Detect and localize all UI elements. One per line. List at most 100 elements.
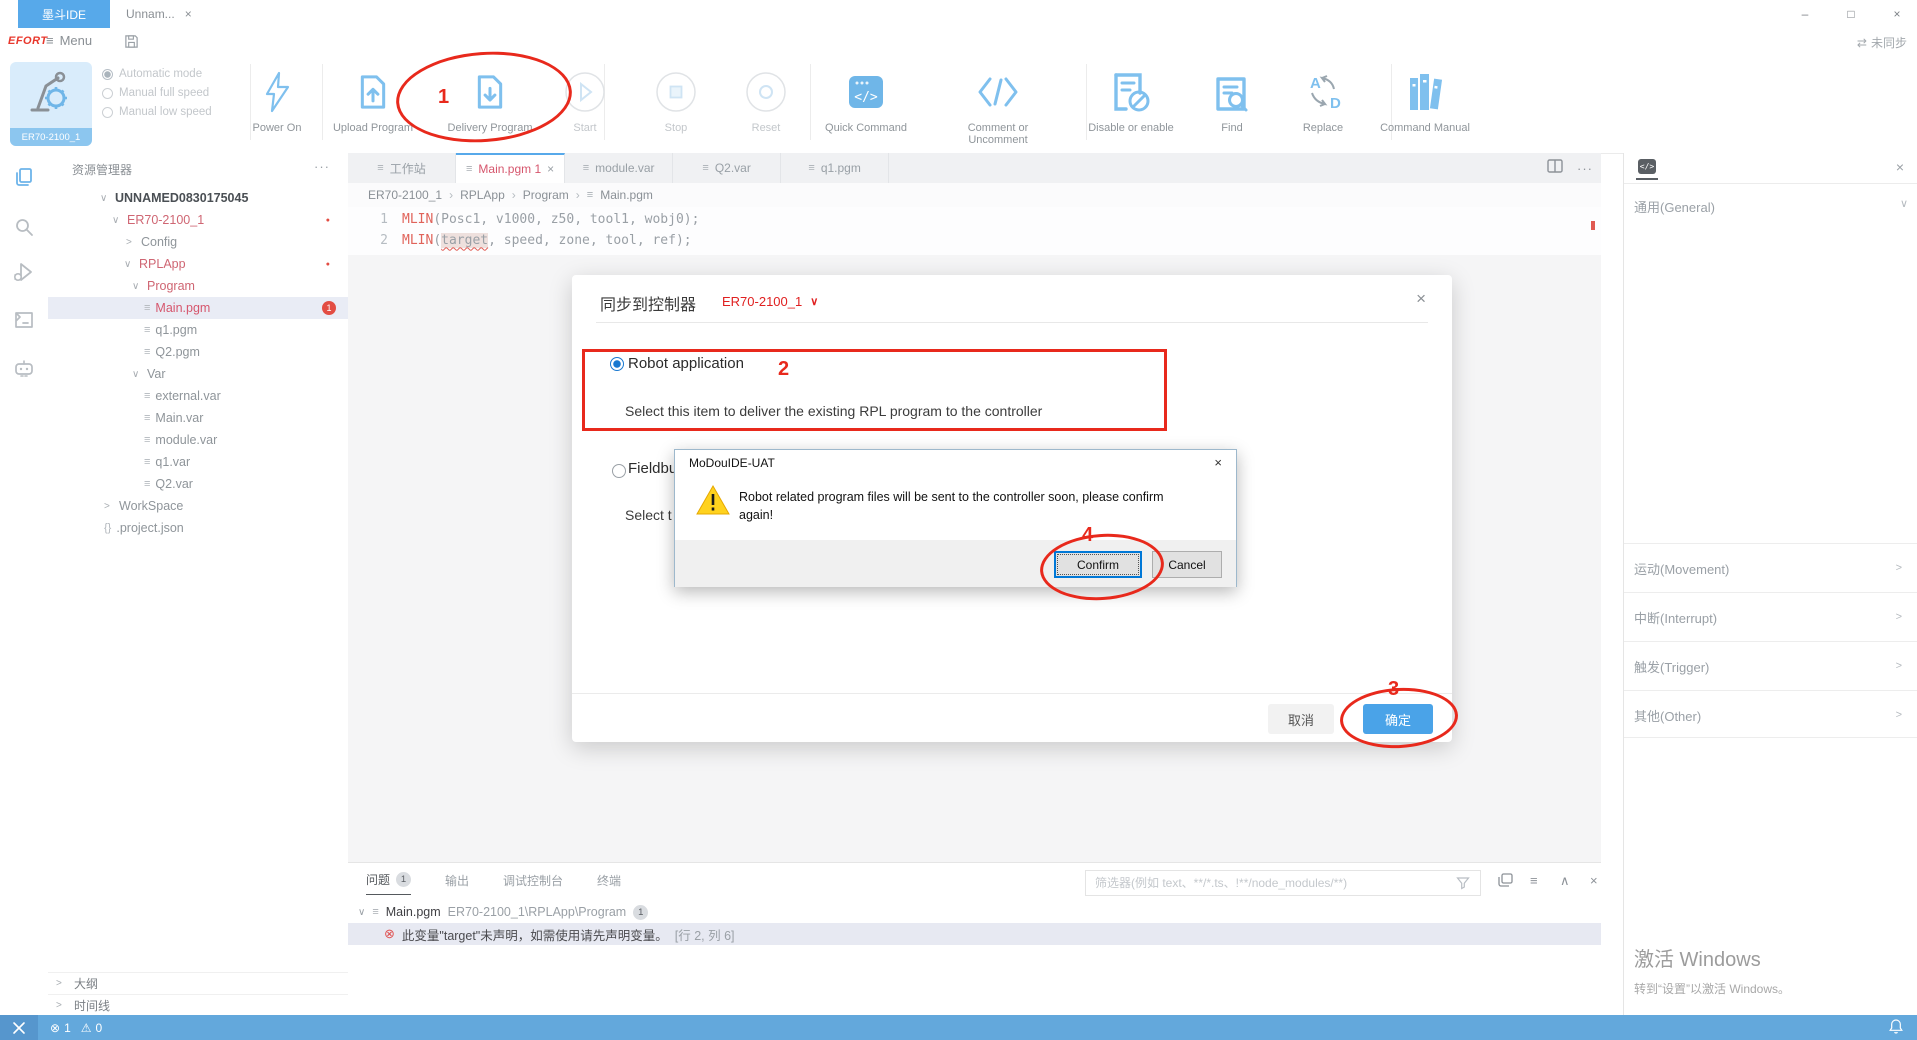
tree-item[interactable]: ≡ Main.var <box>48 407 348 429</box>
warning-icon <box>695 484 731 516</box>
command-section[interactable]: 其他(Other) > <box>1624 690 1917 739</box>
command-section[interactable]: 中断(Interrupt) > <box>1624 592 1917 641</box>
collapsed-sections: 运动(Movement) > 中断(Interrupt) > 触发(Trigge… <box>1624 543 1917 739</box>
debug-icon[interactable] <box>12 260 36 284</box>
command-manual-button[interactable]: Command Manual <box>1365 62 1485 148</box>
file-tree: ∨ UNNAMED0830175045 ∨ ER70-2100_1 ● > Co… <box>48 187 348 539</box>
command-section[interactable]: 触发(Trigger) > <box>1624 641 1917 690</box>
editor-tab[interactable]: ≡ Main.pgm 1 × <box>456 153 565 183</box>
mode-radio[interactable]: Manual low speed <box>102 106 212 118</box>
mode-radio-group: Automatic mode Manual full speed Manual lo… <box>102 68 212 118</box>
view-as-list-icon[interactable]: ≡ <box>1530 873 1538 888</box>
search-icon[interactable] <box>12 215 36 239</box>
tree-item[interactable]: ≡ module.var <box>48 429 348 451</box>
tree-item[interactable]: ≡ external.var <box>48 385 348 407</box>
panel-tab[interactable]: 问题 1 <box>366 871 411 895</box>
dialog-title: 同步到控制器 <box>600 291 696 315</box>
close-panel-icon[interactable]: × <box>1590 873 1598 888</box>
tree-item[interactable]: ≡ Main.pgm 1 <box>48 297 348 319</box>
tree-item[interactable]: ∨ Program <box>48 275 348 297</box>
divider <box>596 322 1428 323</box>
close-icon[interactable]: × <box>1214 455 1222 470</box>
quick-command-button[interactable]: </> Quick Command <box>806 62 926 148</box>
activate-windows-watermark: 激活 Windows 转到“设置”以激活 Windows。 <box>1634 943 1790 997</box>
breadcrumb[interactable]: ER70-2100_1› RPLApp› Program› ≡ Main.pgm <box>348 183 1601 207</box>
problems-summary[interactable]: ⊗1 ⚠0 <box>50 1015 102 1040</box>
app-tab[interactable]: 墨斗IDE <box>18 0 110 28</box>
mode-radio[interactable]: Automatic mode <box>102 68 212 80</box>
tree-item[interactable]: ≡ q1.var <box>48 451 348 473</box>
outline-section[interactable]: > 大纲 <box>48 972 348 994</box>
editor-tab[interactable]: ≡ 工作站 <box>348 153 456 183</box>
panel-tab[interactable]: 输出 <box>445 871 469 895</box>
split-editor-icon[interactable] <box>1547 159 1563 178</box>
panel-tab[interactable]: 终端 <box>597 871 621 895</box>
warning-icon: ⚠ <box>81 1021 92 1035</box>
tree-item[interactable]: ∨ Var <box>48 363 348 385</box>
panel-tab[interactable]: 调试控制台 <box>503 871 563 895</box>
open-editors-icon[interactable] <box>1498 873 1513 890</box>
tree-item[interactable]: ≡ q1.pgm <box>48 319 348 341</box>
collapse-panel-icon[interactable]: ∧ <box>1560 873 1570 889</box>
main-menu-button[interactable]: ≡ Menu <box>46 33 92 48</box>
command-window-icon[interactable]: </> <box>1638 159 1656 174</box>
chevron-down-icon[interactable]: ∨ <box>358 907 365 918</box>
minimize-button[interactable]: – <box>1785 0 1825 28</box>
mode-radio[interactable]: Manual full speed <box>102 87 212 99</box>
explorer-title: 资源管理器 <box>72 161 132 178</box>
close-icon[interactable]: × <box>1896 159 1904 175</box>
filter-input[interactable] <box>1085 870 1481 896</box>
annotation-number-3: 3 <box>1388 678 1399 701</box>
chevron-icon: ∨ <box>100 193 110 204</box>
command-section[interactable]: 运动(Movement) > <box>1624 543 1917 592</box>
chevron-right-icon: > <box>1896 562 1902 574</box>
terminal-icon[interactable] <box>12 308 36 332</box>
fieldbus-radio[interactable] <box>612 464 626 478</box>
more-icon[interactable]: ··· <box>314 159 330 174</box>
editor-tab[interactable]: ≡ module.var <box>565 153 673 183</box>
maximize-button[interactable]: □ <box>1831 0 1871 28</box>
robot-build-icon[interactable] <box>12 356 36 380</box>
tree-item[interactable]: ≡ Q2.var <box>48 473 348 495</box>
section-general[interactable]: 通用(General) ∨ <box>1634 197 1908 216</box>
tree-item[interactable]: > WorkSpace <box>48 495 348 517</box>
save-icon[interactable] <box>124 34 139 54</box>
close-icon[interactable]: × <box>185 7 192 21</box>
tree-item[interactable]: ∨ ER70-2100_1 ● <box>48 209 348 231</box>
toolbar: ER70-2100_1 Automatic mode Manual full sp… <box>0 56 1917 154</box>
problem-error-row[interactable]: ⊗ 此变量"target"未声明，如需使用请先声明变量。 [行 2, 列 6] <box>348 923 1601 945</box>
chevron-icon: ∨ <box>132 369 142 380</box>
editor-tab[interactable]: ≡ q1.pgm <box>781 153 889 183</box>
more-icon[interactable]: ··· <box>1577 161 1593 176</box>
robot-selector[interactable]: ER70-2100_1 <box>10 62 92 146</box>
code-brackets-icon <box>938 62 1058 122</box>
sync-status: ⇄ 未同步 <box>1857 34 1907 51</box>
cancel-button[interactable]: 取消 <box>1268 704 1334 734</box>
code-area[interactable]: 1 MLIN(Posc1, v1000, z50, tool1, wobj0);… <box>348 207 1601 255</box>
tree-item[interactable]: ∨ RPLApp ● <box>48 253 348 275</box>
timeline-section[interactable]: > 时间线 <box>48 994 348 1016</box>
file-icon: ≡ <box>144 478 150 490</box>
fieldbus-label[interactable]: Fieldbu <box>628 460 677 477</box>
tree-item[interactable]: > Config <box>48 231 348 253</box>
tree-item[interactable]: {} .project.json <box>48 517 348 539</box>
sync-icon: ⇄ <box>1857 36 1867 50</box>
explorer-icon[interactable] <box>12 165 36 189</box>
bell-icon[interactable] <box>1889 1018 1903 1037</box>
window-close-button[interactable]: × <box>1877 0 1917 28</box>
tree-item[interactable]: ∨ UNNAMED0830175045 <box>48 187 348 209</box>
radio-icon <box>102 88 113 99</box>
file-icon: {} <box>104 522 111 534</box>
message-text: Robot related program files will be sent… <box>739 490 1164 504</box>
problem-group-row[interactable]: ∨ ≡ Main.pgm ER70-2100_1\RPLApp\Program … <box>348 901 1601 923</box>
controller-dropdown[interactable]: ER70-2100_1 ∨ <box>722 294 818 309</box>
tree-item[interactable]: ≡ Q2.pgm <box>48 341 348 363</box>
close-icon[interactable]: × <box>1416 289 1426 309</box>
comment-uncomment-button[interactable]: Comment or Uncomment <box>938 62 1058 148</box>
svg-text:D: D <box>1330 95 1341 112</box>
remote-indicator[interactable] <box>0 1015 38 1040</box>
close-icon[interactable]: × <box>547 162 554 176</box>
document-tab[interactable]: Unnam... × <box>126 0 192 28</box>
editor-tab[interactable]: ≡ Q2.var <box>673 153 781 183</box>
fieldbus-desc: Select t <box>625 507 672 523</box>
